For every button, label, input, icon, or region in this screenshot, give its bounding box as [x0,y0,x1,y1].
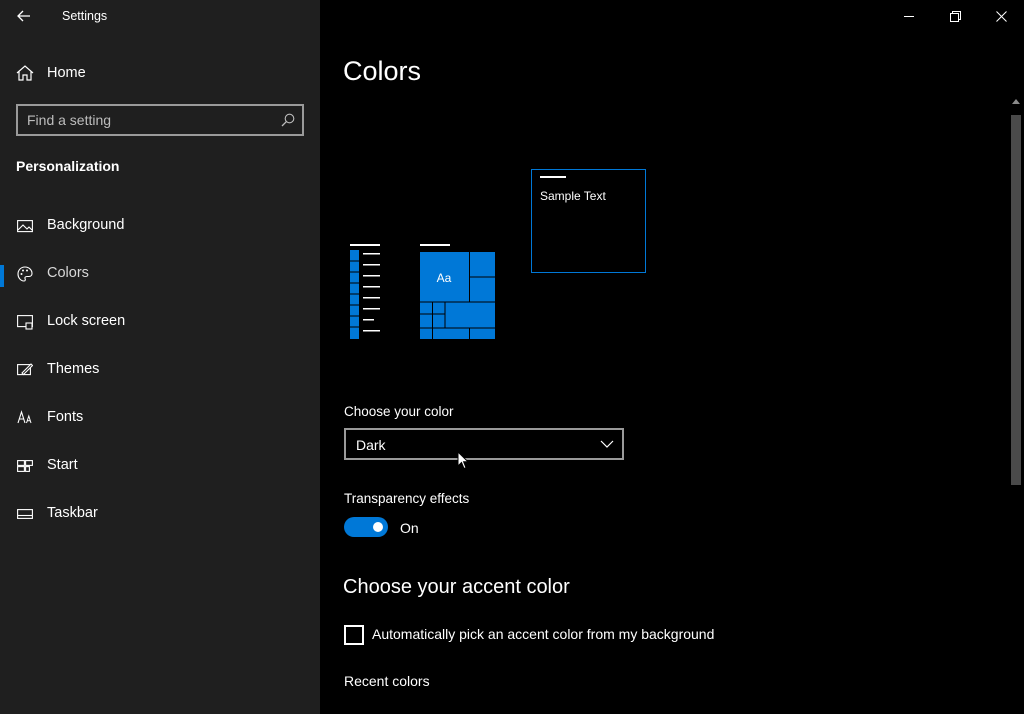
preview-tile-text: Aa [437,271,452,285]
sidebar-item-lock-screen[interactable]: Lock screen [0,300,320,348]
scroll-thumb[interactable] [1011,115,1021,485]
lock-screen-icon [17,315,33,330]
sidebar-item-label: Taskbar [47,505,98,521]
transparency-toggle[interactable] [344,517,388,537]
sidebar-item-label: Fonts [47,409,84,425]
transparency-state: On [400,520,419,536]
preview-title-bar [540,176,566,178]
preview-window: Sample Text [531,169,646,273]
taskbar-icon [17,509,33,519]
auto-pick-checkbox[interactable] [344,625,364,645]
transparency-label: Transparency effects [344,491,470,506]
sidebar-item-label: Colors [47,265,89,281]
back-button[interactable] [12,5,36,27]
sidebar-item-themes[interactable]: Themes [0,348,320,396]
app-title: Settings [62,9,108,23]
search-icon[interactable] [281,113,295,127]
active-indicator [0,265,4,287]
sidebar-item-fonts[interactable]: Fonts [0,396,320,444]
home-nav-item[interactable]: Home [0,56,320,90]
main-content: Colors Sample Text Aa Choose your color … [320,0,1024,714]
start-icon [17,460,33,472]
preview-start-tiles: Aa [420,244,495,339]
toggle-knob [373,522,383,532]
restore-icon [949,10,961,22]
sidebar: Settings Home Personalization Background [0,0,320,714]
sidebar-item-start[interactable]: Start [0,444,320,492]
close-button[interactable] [978,0,1024,32]
preview-sample-text: Sample Text [540,189,606,203]
sidebar-item-background[interactable]: Background [0,204,320,252]
section-title: Personalization [16,158,120,174]
mouse-pointer-icon [457,451,469,470]
accent-heading: Choose your accent color [343,576,570,598]
chevron-down-icon [600,440,614,448]
scroll-up-arrow-icon[interactable] [1012,98,1020,104]
minimize-icon [903,15,914,17]
recent-colors-label: Recent colors [344,673,430,689]
choose-color-value: Dark [356,437,386,453]
minimize-button[interactable] [886,0,932,32]
sidebar-item-label: Start [47,457,78,473]
sidebar-item-taskbar[interactable]: Taskbar [0,492,320,540]
themes-icon [17,363,33,376]
choose-color-label: Choose your color [344,404,454,419]
home-label: Home [47,65,86,81]
restore-button[interactable] [932,0,978,32]
window-controls [886,0,1024,32]
fonts-icon [17,410,32,424]
home-icon [16,65,34,81]
choose-color-dropdown[interactable]: Dark [344,428,624,460]
sidebar-item-colors[interactable]: Colors [0,252,320,300]
auto-pick-label[interactable]: Automatically pick an accent color from … [372,626,714,642]
scrollbar[interactable] [1008,95,1024,714]
title-bar: Settings [0,0,320,32]
search-input[interactable] [27,111,272,129]
close-icon [995,10,1007,22]
palette-icon [17,266,33,282]
picture-icon [17,220,33,233]
preview-start-list [350,244,380,339]
search-box[interactable] [16,104,304,136]
sidebar-item-label: Lock screen [47,313,126,329]
back-arrow-icon [17,10,30,22]
sidebar-item-label: Themes [47,361,100,377]
nav-list: Background Colors Lock screen Themes Fon… [0,204,320,540]
sidebar-item-label: Background [47,217,125,233]
page-title: Colors [343,56,422,86]
